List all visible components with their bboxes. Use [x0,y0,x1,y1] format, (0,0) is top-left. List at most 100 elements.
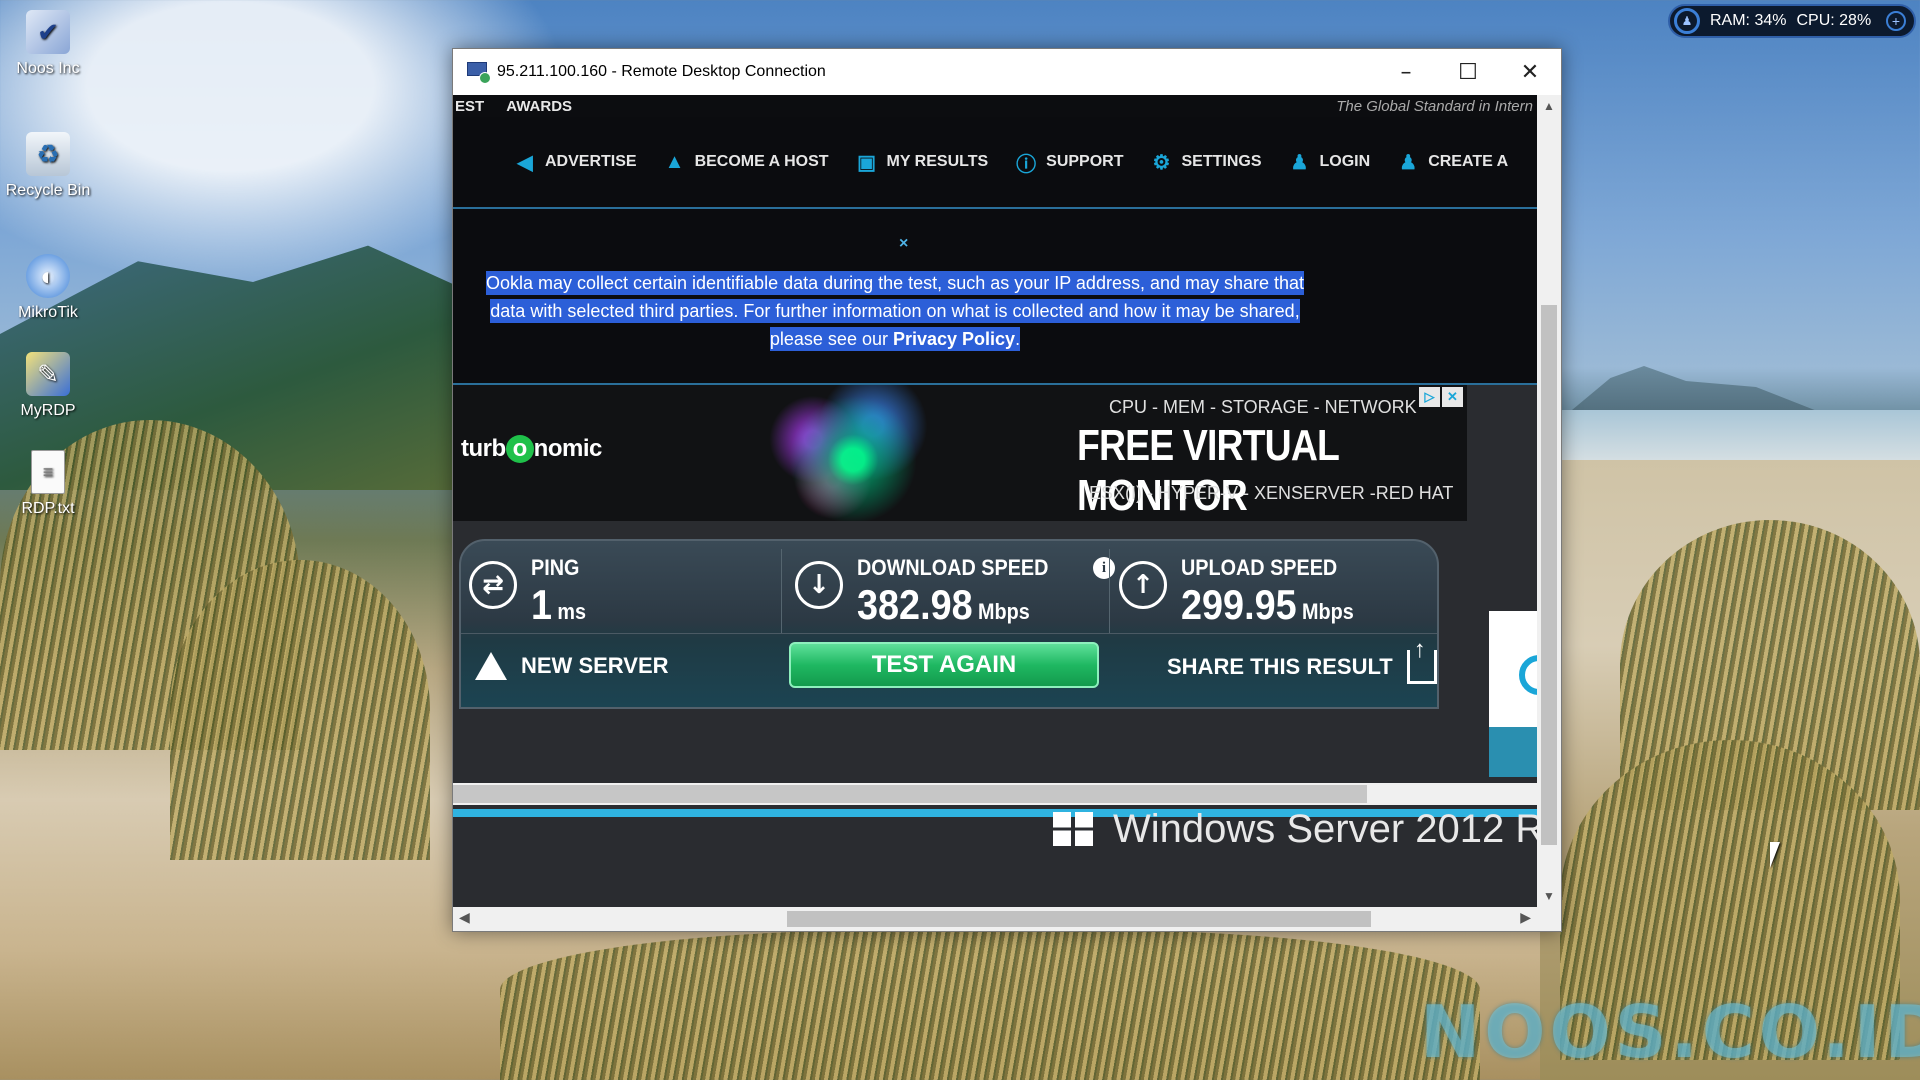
nav-create-account[interactable]: ♟ CREATE A [1398,150,1508,175]
window-titlebar[interactable]: 95.211.100.160 - Remote Desktop Connecti… [453,49,1561,95]
ping-metric: ⇄ PING 1 ms [461,541,779,631]
side-widget[interactable] [1489,611,1537,777]
site-navbar: ◀ ADVERTISE ▲ BECOME A HOST ▣ MY RESULTS… [453,117,1537,207]
desktop-icon-label: MikroTik [18,304,78,321]
inner-horizontal-scrollbar[interactable] [453,783,1537,805]
upload-unit: Mbps [1302,599,1354,624]
metric-divider [781,549,782,633]
nav-label: ADVERTISE [545,153,637,170]
desktop-icon-mikrotik[interactable]: ◐ MikroTik [0,254,96,322]
results-actions: NEW SERVER TEST AGAIN SHARE THIS RESULT [461,633,1437,707]
nav-label: MY RESULTS [886,153,989,170]
gear-icon: ⚙ [1152,151,1171,174]
server-triangle-icon [475,652,507,680]
scroll-left-arrow-icon[interactable]: ◀ [459,909,470,926]
ping-label: PING [531,555,580,580]
download-unit: Mbps [978,599,1030,624]
nav-label: BECOME A HOST [694,153,829,170]
inner-scroll-thumb[interactable] [453,785,1367,803]
window-title: 95.211.100.160 - Remote Desktop Connecti… [497,63,826,80]
test-again-button[interactable]: TEST AGAIN [789,642,1099,688]
notice-end: . [1015,329,1021,349]
ad-close-icon[interactable]: ✕ [1442,387,1463,407]
share-label: SHARE THIS RESULT [1167,654,1393,679]
wallpaper-sea [1540,410,1920,460]
gauge-icon [1519,655,1537,695]
wallpaper-grass [500,930,1480,1080]
system-monitor-widget[interactable]: ♟ RAM: 34% CPU: 28% + [1668,4,1916,38]
upload-value: 299.95 [1181,581,1297,628]
ad-graphic [733,385,933,521]
computer-icon: ✔ [26,10,70,54]
recycle-bin-icon: ♻ [26,132,70,176]
host-icon: ▲ [664,150,685,173]
desktop-icon-label: MyRDP [20,402,76,419]
user-icon: ♟ [1290,151,1309,174]
text-file-icon: ≡ [31,450,65,494]
upload-label: UPLOAD SPEED [1181,555,1338,580]
speedtest-results-panel: ⇄ PING 1 ms ↓ DOWNLOAD SPEED i 382.98 Mbps… [459,539,1439,709]
close-button[interactable]: ✕ [1499,49,1561,95]
desktop-icon-noos-inc[interactable]: ✔ Noos Inc [0,10,96,78]
privacy-notice: × Ookla may collect certain identifiable… [453,207,1537,385]
horizontal-scroll-thumb[interactable] [787,911,1371,927]
top-link-est[interactable]: EST [455,98,484,115]
nav-my-results[interactable]: ▣ MY RESULTS [857,150,989,175]
download-metric: ↓ DOWNLOAD SPEED i 382.98 Mbps [787,541,1115,631]
privacy-notice-text: Ookla may collect certain identifiable d… [477,269,1313,353]
nav-label: SETTINGS [1181,153,1262,170]
adchoices-icon[interactable]: ▷ [1419,387,1440,407]
desktop-icon-label: Noos Inc [16,60,80,77]
ad-line-1: CPU - MEM - STORAGE - NETWORK [1109,397,1417,417]
ping-unit: ms [557,599,587,624]
download-label: DOWNLOAD SPEED [857,555,1049,580]
site-tagline: The Global Standard in Intern [1336,97,1533,115]
privacy-policy-link[interactable]: Privacy Policy [893,329,1015,349]
download-value: 382.98 [857,581,973,628]
metric-divider [1109,549,1110,633]
nav-become-a-host[interactable]: ▲ BECOME A HOST [665,151,829,174]
upload-metric: ↑ UPLOAD SPEED 299.95 Mbps [1111,541,1429,631]
nav-settings[interactable]: ⚙ SETTINGS [1152,150,1262,175]
turbonomic-logo: turb o nomic [461,435,602,463]
rdp-shortcut-icon: ✎ [26,352,70,396]
adchoices-badge[interactable]: ▷ ✕ [1419,387,1463,407]
desktop-icon-myrdp[interactable]: ✎ MyRDP [0,352,96,420]
nav-label: LOGIN [1319,153,1371,170]
download-arrow-icon: ↓ [795,561,843,609]
share-result-button[interactable]: SHARE THIS RESULT [1167,636,1437,684]
scroll-up-arrow-icon[interactable]: ▲ [1537,99,1561,113]
nav-login[interactable]: ♟ LOGIN [1290,150,1371,175]
new-server-button[interactable]: NEW SERVER [475,652,669,680]
ping-value-block: 1 ms [531,581,586,629]
notice-close-icon[interactable]: × [899,235,908,253]
desktop-icon-recycle-bin[interactable]: ♻ Recycle Bin [0,132,96,200]
upload-value-block: 299.95 Mbps [1181,581,1354,629]
remote-session-viewport[interactable]: EST AWARDS The Global Standard in Intern… [453,95,1537,907]
top-link-awards[interactable]: AWARDS [506,98,572,115]
widget-expand-icon[interactable]: + [1886,11,1906,31]
share-icon [1406,636,1437,684]
ram-usage: RAM: 34% [1710,12,1787,29]
remote-desktop-icon [467,62,491,84]
scroll-right-arrow-icon[interactable]: ▶ [1520,909,1531,926]
advertisement-banner[interactable]: turb o nomic CPU - MEM - STORAGE - NETWORK… [453,385,1467,521]
scroll-down-arrow-icon[interactable]: ▼ [1537,889,1561,903]
horizontal-scrollbar[interactable]: ◀ ▶ [453,907,1537,931]
remote-desktop-window[interactable]: 95.211.100.160 - Remote Desktop Connecti… [452,48,1562,932]
desktop-icon-label: Recycle Bin [5,182,91,199]
nav-advertise[interactable]: ◀ ADVERTISE [515,150,637,175]
resize-grip[interactable] [1537,907,1561,931]
mikrotik-icon: ◐ [26,254,70,298]
minimize-button[interactable]: – [1375,49,1437,95]
ad-headline: FREE VIRTUAL MONITOR [1077,421,1339,520]
windows-logo-icon [1053,812,1093,846]
wallpaper-grass [170,560,430,860]
desktop-icon-rdp-txt[interactable]: ≡ RDP.txt [0,450,96,518]
vertical-scroll-thumb[interactable] [1541,305,1557,845]
side-widget-footer [1489,727,1537,777]
maximize-button[interactable]: ☐ [1437,49,1499,95]
nav-support[interactable]: ⓘ SUPPORT [1016,148,1123,177]
vertical-scrollbar[interactable]: ▲ ▼ [1537,95,1561,907]
windows-server-label: Windows Server 2012 R2 [1113,807,1537,851]
